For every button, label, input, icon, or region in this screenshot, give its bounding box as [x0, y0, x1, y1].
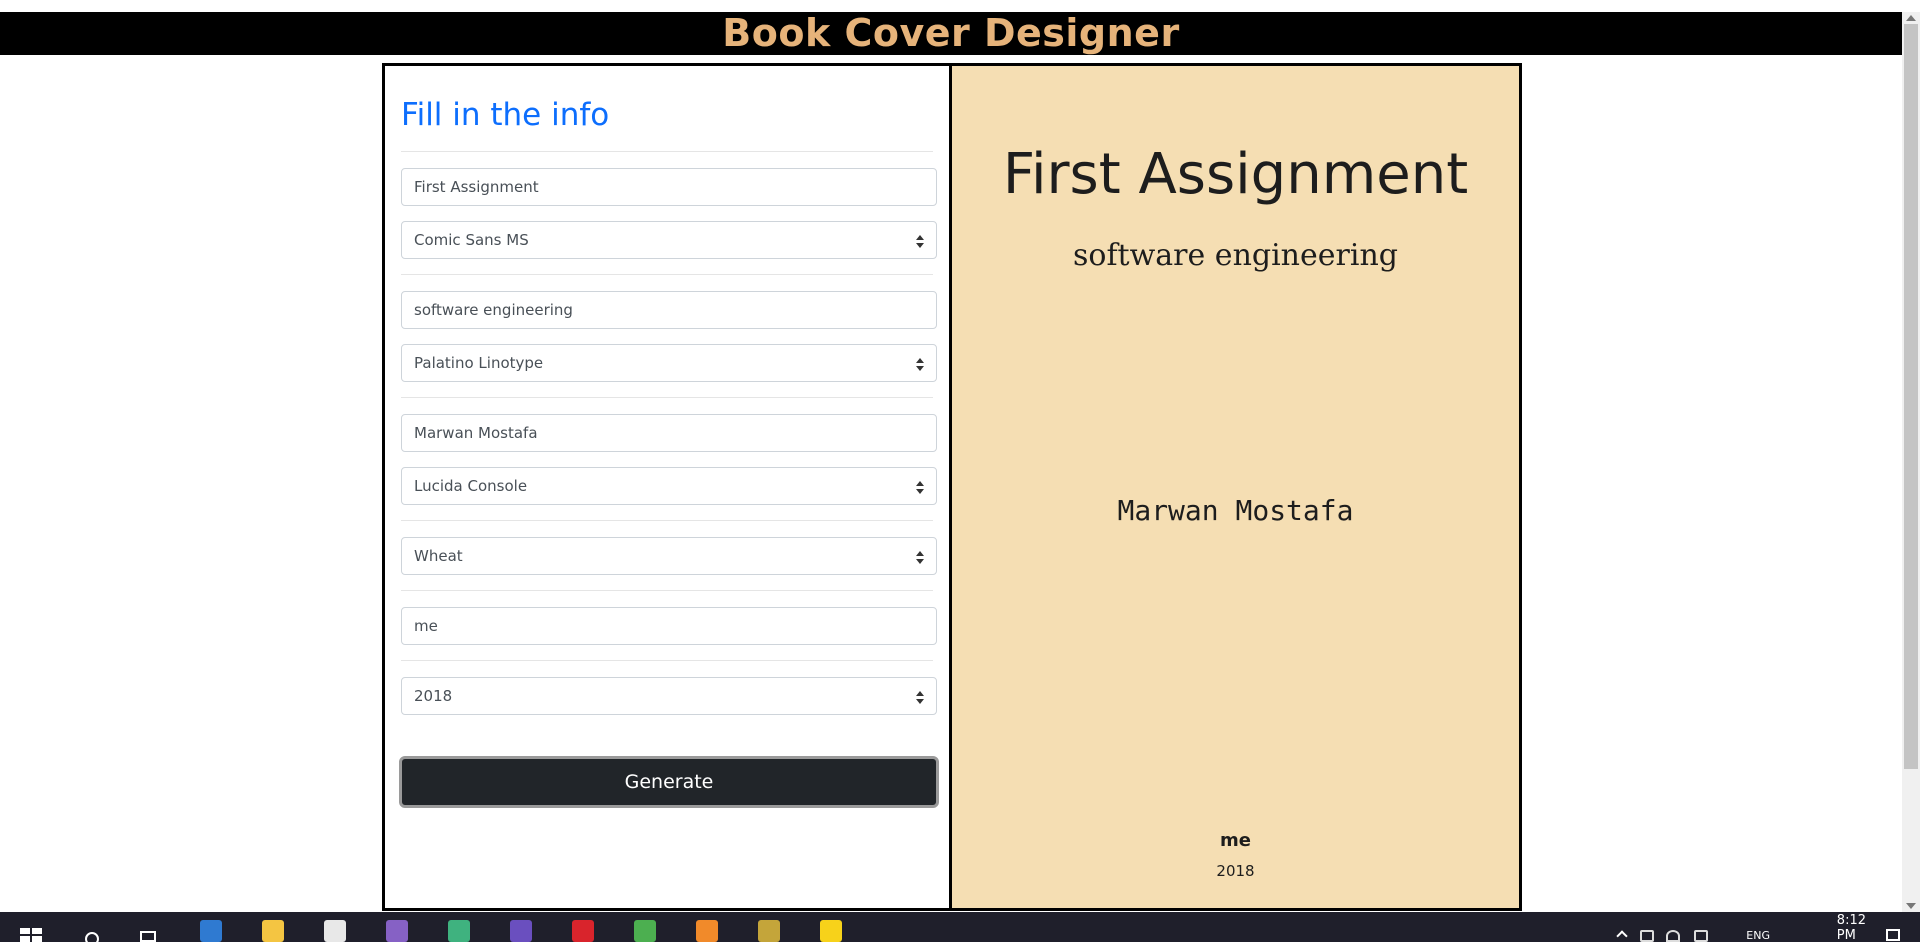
divider [401, 397, 933, 398]
task-view-icon[interactable] [140, 931, 156, 942]
search-icon[interactable] [85, 932, 99, 942]
author-font-select[interactable]: Lucida Console [401, 467, 937, 505]
cover-preview: First Assignment software engineering Ma… [952, 66, 1519, 908]
opera-icon[interactable] [572, 920, 594, 942]
cover-year: 2018 [1216, 862, 1255, 880]
windows-start-icon[interactable] [20, 928, 42, 942]
designer-frame: Fill in the info First Assignment Comic … [382, 63, 1522, 911]
title-font-value: Comic Sans MS [414, 231, 529, 249]
wifi-icon[interactable] [1666, 930, 1680, 942]
visual-studio-icon[interactable] [386, 920, 408, 942]
info-form: Fill in the info First Assignment Comic … [385, 66, 952, 908]
clock-time[interactable]: 8:12 PM [1837, 913, 1866, 942]
firefox-icon[interactable] [696, 920, 718, 942]
app-header: Book Cover Designer [0, 12, 1902, 55]
divider [401, 274, 933, 275]
scroll-down-arrow-icon[interactable] [1906, 903, 1916, 909]
volume-icon[interactable] [1694, 930, 1708, 942]
divider [401, 590, 933, 591]
year-value: 2018 [414, 687, 453, 705]
file-explorer-icon[interactable] [262, 920, 284, 942]
publisher-input[interactable]: me [401, 607, 937, 645]
scroll-up-arrow-icon[interactable] [1906, 15, 1916, 21]
cover-author: Marwan Mostafa [1117, 494, 1354, 527]
cover-subtitle: software engineering [1073, 238, 1398, 273]
vertical-scrollbar[interactable] [1902, 12, 1920, 912]
author-font-value: Lucida Console [414, 477, 528, 495]
year-select[interactable]: 2018 [401, 677, 937, 715]
subtitle-font-value: Palatino Linotype [414, 354, 544, 372]
generate-button[interactable]: Generate [399, 756, 939, 808]
cover-title: First Assignment [1002, 142, 1469, 207]
author-input[interactable]: Marwan Mostafa [401, 414, 937, 452]
title-input-value: First Assignment [414, 178, 539, 196]
battery-icon[interactable] [1640, 930, 1654, 942]
publisher-input-value: me [414, 617, 438, 635]
scroll-thumb[interactable] [1904, 24, 1918, 769]
visual-studio-2-icon[interactable] [510, 920, 532, 942]
maps-icon[interactable] [448, 920, 470, 942]
background-color-value: Wheat [414, 547, 463, 565]
form-heading: Fill in the info [401, 97, 610, 133]
chrome-icon[interactable] [634, 920, 656, 942]
divider [401, 151, 933, 152]
subtitle-input-value: software engineering [414, 301, 573, 319]
subtitle-input[interactable]: software engineering [401, 291, 937, 329]
subtitle-font-select[interactable]: Palatino Linotype [401, 344, 937, 382]
sticky-notes-icon[interactable] [820, 920, 842, 942]
divider [401, 660, 933, 661]
notepad-icon[interactable] [758, 920, 780, 942]
taskbar: ENG 8:12 PM [0, 912, 1920, 942]
background-color-select[interactable]: Wheat [401, 537, 937, 575]
title-font-select[interactable]: Comic Sans MS [401, 221, 937, 259]
language-indicator[interactable]: ENG [1746, 929, 1770, 942]
notification-icon[interactable] [1886, 929, 1900, 941]
divider [401, 520, 933, 521]
edge-icon[interactable] [200, 920, 222, 942]
store-icon[interactable] [324, 920, 346, 942]
page-title: Book Cover Designer [722, 11, 1180, 55]
author-input-value: Marwan Mostafa [414, 424, 538, 442]
chevron-up-icon[interactable] [1616, 930, 1628, 942]
title-input[interactable]: First Assignment [401, 168, 937, 206]
page: Book Cover Designer Fill in the info Fir… [0, 0, 1902, 912]
cover-publisher: me [1220, 830, 1251, 851]
